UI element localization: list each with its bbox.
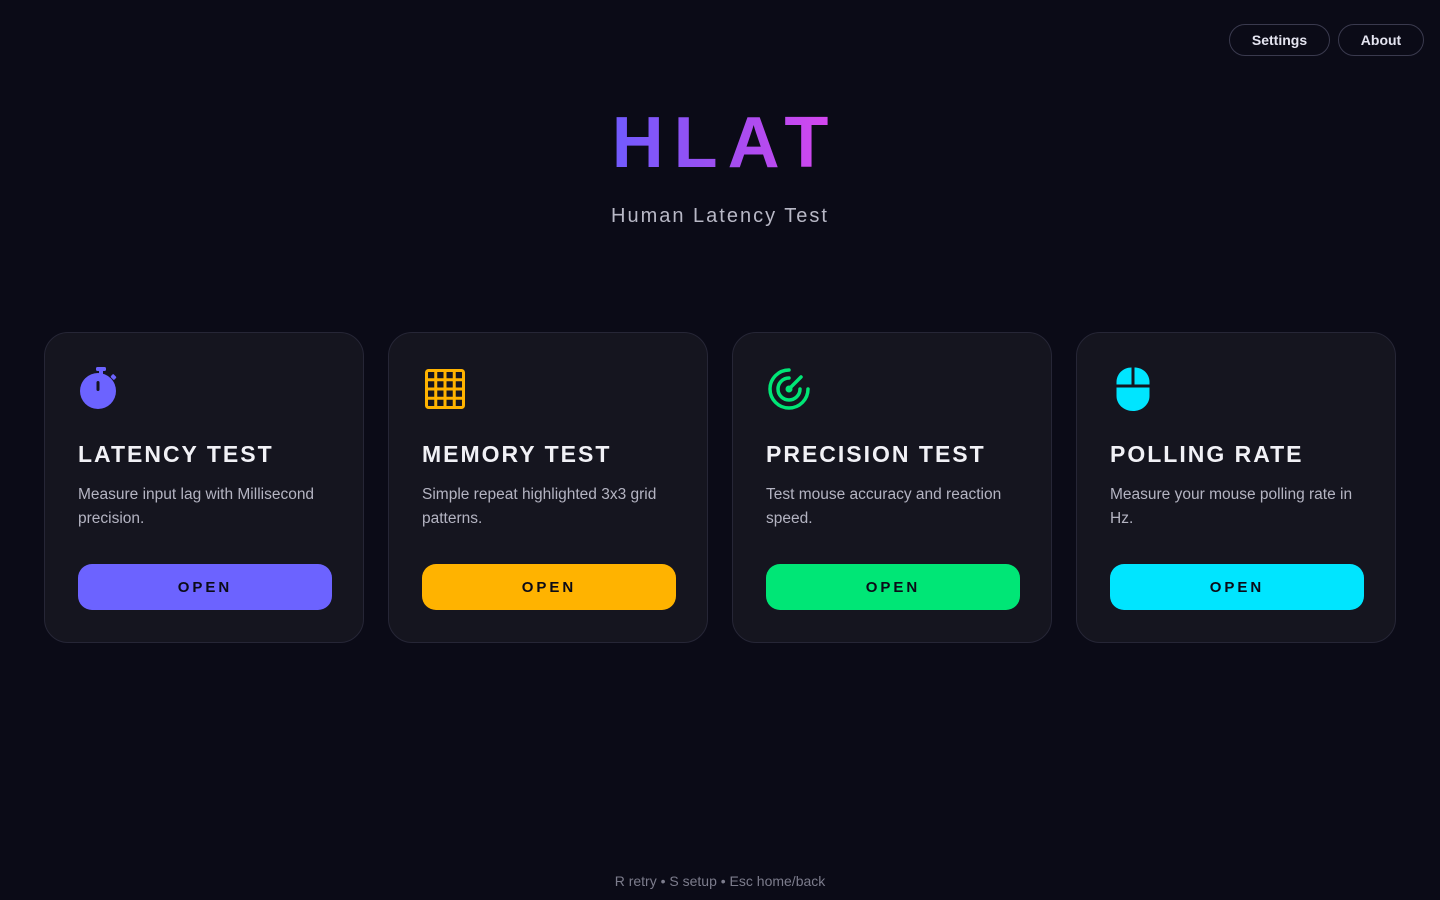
test-cards: LATENCY TEST Measure input lag with Mill… <box>44 332 1396 643</box>
card-description: Measure input lag with Millisecond preci… <box>78 486 315 527</box>
stopwatch-icon <box>78 366 124 412</box>
open-latency-test-button[interactable]: OPEN <box>78 564 332 610</box>
card-description: Measure your mouse polling rate in Hz. <box>1110 486 1353 527</box>
keyboard-shortcuts-hint: R retry • S setup • Esc home/back <box>614 873 826 889</box>
card-latency-test: LATENCY TEST Measure input lag with Mill… <box>44 332 364 643</box>
radar-icon <box>766 366 812 412</box>
top-nav: Settings About <box>1229 24 1424 56</box>
app-logo: HLAT <box>0 100 1440 186</box>
card-polling-rate: POLLING RATE Measure your mouse polling … <box>1076 332 1396 643</box>
grid-icon <box>422 366 468 412</box>
settings-button[interactable]: Settings <box>1229 24 1330 56</box>
about-button[interactable]: About <box>1338 24 1424 56</box>
app-logo-text: HLAT <box>602 103 839 183</box>
open-precision-test-button[interactable]: OPEN <box>766 564 1020 610</box>
open-polling-rate-button[interactable]: OPEN <box>1110 564 1364 610</box>
open-memory-test-button[interactable]: OPEN <box>422 564 676 610</box>
card-description: Simple repeat highlighted 3x3 grid patte… <box>422 486 657 527</box>
card-title: MEMORY TEST <box>422 441 612 467</box>
card-memory-test: MEMORY TEST Simple repeat highlighted 3x… <box>388 332 708 643</box>
mouse-icon <box>1110 366 1156 412</box>
app-subtitle: Human Latency Test <box>611 205 829 227</box>
card-description: Test mouse accuracy and reaction speed. <box>766 486 1002 527</box>
card-precision-test: PRECISION TEST Test mouse accuracy and r… <box>732 332 1052 643</box>
card-title: LATENCY TEST <box>78 441 274 467</box>
card-title: PRECISION TEST <box>766 441 986 467</box>
home-screen: Settings About HLAT Human Latency Test L… <box>0 0 1440 900</box>
card-title: POLLING RATE <box>1110 441 1304 467</box>
